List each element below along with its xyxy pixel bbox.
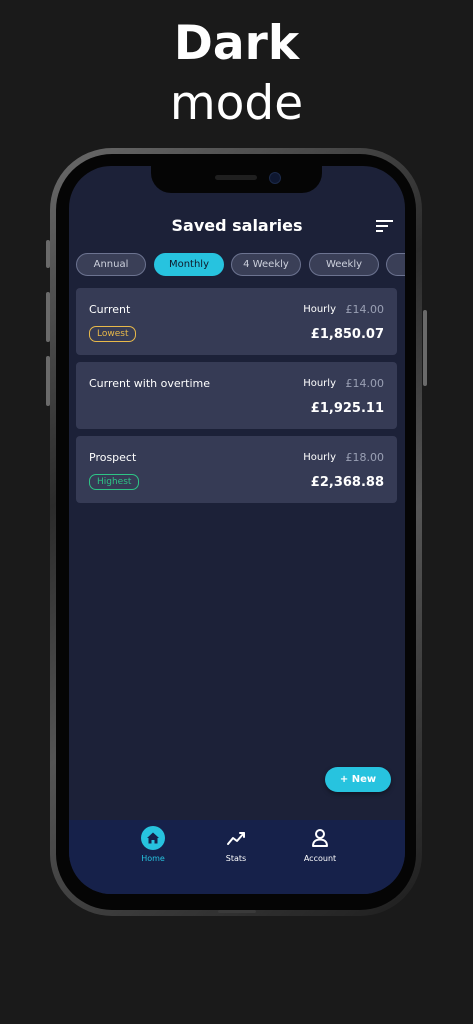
nav-home[interactable]: Home: [118, 826, 188, 863]
speaker: [215, 175, 257, 180]
tab-annual[interactable]: Annual: [76, 253, 146, 276]
salary-card-current[interactable]: Current Hourly £14.00 Lowest £1,850.07: [76, 288, 397, 355]
tab-4-weekly[interactable]: 4 Weekly: [231, 253, 301, 276]
hero-heading: Dark mode: [0, 14, 473, 134]
hourly-rate: £18.00: [345, 451, 385, 464]
power-button: [423, 310, 427, 386]
rate-label: Hourly: [303, 452, 336, 463]
phone-bottom-edge: [218, 910, 256, 913]
sort-icon[interactable]: [376, 219, 394, 233]
tab-weekly[interactable]: Weekly: [309, 253, 379, 276]
stats-icon: [227, 832, 245, 845]
salary-name: Prospect: [89, 451, 137, 464]
salary-name: Current: [89, 303, 131, 316]
hourly-rate: £14.00: [345, 377, 385, 390]
tab-next-partial[interactable]: [386, 253, 405, 276]
lowest-badge: Lowest: [89, 326, 137, 342]
nav-account[interactable]: Account: [285, 826, 355, 863]
rate-label: Hourly: [303, 304, 336, 315]
salary-total: £1,925.11: [310, 401, 384, 416]
nav-stats[interactable]: Stats: [201, 826, 271, 863]
salary-total: £2,368.88: [310, 475, 384, 490]
account-icon: [312, 829, 328, 847]
camera: [269, 172, 281, 184]
hero-line-1: Dark: [173, 16, 300, 71]
salary-name: Current with overtime: [89, 377, 211, 390]
rate-label: Hourly: [303, 378, 336, 389]
highest-badge: Highest: [89, 474, 140, 490]
salary-total: £1,850.07: [310, 327, 384, 342]
hero-line-2: mode: [169, 76, 304, 131]
nav-stats-label: Stats: [225, 854, 247, 863]
mute-switch: [46, 240, 50, 268]
nav-home-label: Home: [141, 854, 165, 863]
salary-card-prospect[interactable]: Prospect Hourly £18.00 Highest £2,368.88: [76, 436, 397, 503]
hourly-rate: £14.00: [345, 303, 385, 316]
nav-account-label: Account: [303, 854, 337, 863]
notch: [151, 166, 322, 193]
salary-card-current-with-overtime[interactable]: Current with overtime Hourly £14.00 £1,9…: [76, 362, 397, 429]
volume-down-button: [46, 356, 50, 406]
new-salary-button[interactable]: + New: [325, 767, 391, 792]
volume-up-button: [46, 292, 50, 342]
home-icon: [141, 826, 165, 850]
tab-monthly[interactable]: Monthly: [154, 253, 224, 276]
page-title: Saved salaries: [171, 216, 303, 235]
